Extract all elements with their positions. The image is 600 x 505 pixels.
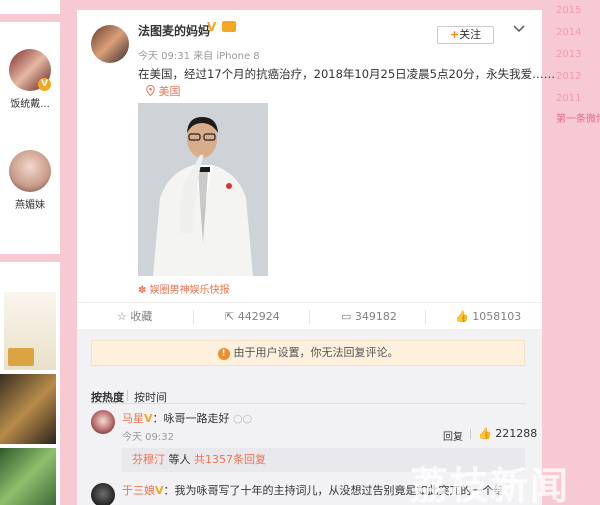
follow-label: 关注: [459, 28, 482, 41]
comment-username[interactable]: 于三娘: [122, 484, 155, 497]
album-photo-1[interactable]: [4, 292, 56, 370]
sub-reply-count[interactable]: 共1357条回复: [194, 453, 266, 466]
watermark-icon: ✽: [138, 285, 147, 296]
warning-icon: !: [217, 348, 230, 360]
forward-count: 442924: [237, 310, 280, 323]
year-timeline: 2015 2014 2013 2012 2011 第一条微博: [556, 0, 600, 125]
verified-icon: V: [155, 484, 164, 497]
divider: [470, 429, 471, 439]
recommended-user-name[interactable]: 燕媚妹: [0, 196, 60, 211]
post-username[interactable]: 法图麦的妈妈: [138, 22, 210, 39]
post-action-bar: ☆ 收藏 ⇱ 442924 ▭ 349182 👍 1058103: [77, 302, 542, 330]
comment-username[interactable]: 马星: [122, 412, 144, 425]
left-users-card: V 饭统戴... 燕媚妹: [0, 22, 60, 254]
verified-icon: V: [38, 78, 51, 91]
comment-icon: ▭: [341, 310, 352, 323]
thumbs-up-icon: 👍: [455, 310, 469, 323]
left-photos-card: [0, 262, 60, 505]
news-watermark: 荔枝新闻: [410, 464, 571, 505]
left-top-card: [0, 0, 60, 14]
comment-like-button[interactable]: 👍 221288: [478, 427, 537, 440]
recommended-user-name[interactable]: 饭统戴...: [0, 95, 60, 110]
timeline-year[interactable]: 2013: [556, 44, 600, 66]
like-count: 1058103: [472, 310, 522, 323]
notice-text: 由于用户设置，你无法回复评论。: [233, 346, 399, 359]
divider: [193, 310, 194, 324]
star-icon: ☆: [117, 310, 127, 323]
man-in-white-tuxedo-image: [138, 103, 268, 276]
sub-reply-user[interactable]: 芬穆汀: [132, 453, 165, 466]
collect-button[interactable]: ☆ 收藏: [117, 303, 152, 331]
forward-button[interactable]: ⇱ 442924: [225, 303, 280, 331]
album-photo-3[interactable]: [0, 448, 56, 505]
divider: [127, 390, 128, 401]
emoji-icon: ○○: [229, 412, 253, 425]
sub-reply-text: 等人: [168, 453, 191, 466]
reply-disabled-notice: ! 由于用户设置，你无法回复评论。: [91, 340, 525, 366]
divider: [425, 310, 426, 324]
avatar[interactable]: [91, 25, 129, 63]
post-source: 来自 iPhone 8: [193, 51, 260, 62]
thumbs-up-icon: 👍: [478, 427, 492, 440]
timeline-year[interactable]: 2011: [556, 88, 600, 110]
divider: [309, 310, 310, 324]
comment-avatar[interactable]: [91, 483, 115, 505]
timeline-year[interactable]: 2012: [556, 66, 600, 88]
follow-button[interactable]: +关注: [437, 26, 494, 44]
location-label[interactable]: 美国: [159, 85, 181, 98]
timeline-year[interactable]: 2015: [556, 0, 600, 22]
comment-button[interactable]: ▭ 349182: [341, 303, 397, 331]
comment-content: 马星V：咏哥一路走好 ○○: [122, 410, 252, 426]
timeline-year[interactable]: 2014: [556, 22, 600, 44]
sort-divider: [91, 403, 525, 404]
post-meta: 今天 09:31 来自 iPhone 8: [138, 47, 260, 62]
comment-like-count: 221288: [495, 427, 538, 440]
comment-time: 今天 09:32: [122, 432, 174, 443]
image-watermark: ✽ 娱圈男神娱乐快报: [138, 281, 230, 296]
gift-icon: [8, 348, 34, 366]
recommended-user-1[interactable]: V 饭统戴...: [0, 49, 60, 110]
plus-icon: +: [449, 28, 460, 41]
verified-icon: V: [207, 20, 217, 34]
verified-icon: V: [144, 412, 153, 425]
recommended-user-2[interactable]: 燕媚妹: [0, 150, 60, 211]
reply-button[interactable]: 回复: [443, 428, 463, 443]
comment-avatar[interactable]: [91, 410, 115, 434]
post-text: 在美国，经过17个月的抗癌治疗，2018年10月25日凌晨5点20分，永失我爱……: [138, 67, 556, 81]
post-time[interactable]: 今天 09:31: [138, 51, 190, 62]
chevron-down-icon[interactable]: [512, 22, 526, 36]
like-button[interactable]: 👍 1058103: [455, 303, 521, 331]
watermark-text: 娱圈男神娱乐快报: [149, 285, 230, 296]
album-photo-2[interactable]: [0, 374, 56, 444]
avatar[interactable]: [9, 150, 51, 192]
vip-crown-icon: [222, 21, 236, 32]
post-photo[interactable]: [138, 103, 268, 276]
avatar[interactable]: V: [9, 49, 51, 91]
location-pin-icon: [146, 84, 155, 97]
post-location[interactable]: 美国: [146, 83, 181, 99]
forward-icon: ⇱: [225, 310, 235, 323]
comment-text: ：咏哥一路走好: [152, 412, 230, 425]
comment-count: 349182: [354, 310, 397, 323]
timeline-first-post-link[interactable]: 第一条微博: [556, 110, 600, 125]
post-avatar[interactable]: [91, 25, 129, 63]
collect-label: 收藏: [130, 310, 153, 323]
